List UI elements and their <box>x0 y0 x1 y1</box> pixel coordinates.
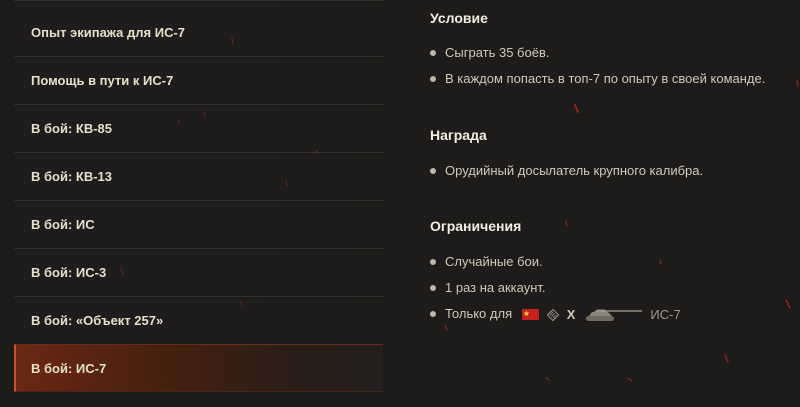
mission-item-object-257[interactable]: В бой: «Объект 257» <box>14 296 383 344</box>
mission-item-help-is7[interactable]: Помощь в пути к ИС-7 <box>14 56 383 104</box>
heavy-tank-icon <box>546 308 559 321</box>
tier-label: X <box>566 306 576 322</box>
restriction-only-for: Только для X ИС-7 <box>430 306 681 332</box>
mission-item-is[interactable]: В бой: ИС <box>14 200 383 248</box>
reward-list: Орудийный досылатель крупного калибра. <box>430 163 703 189</box>
condition-item: В каждом попасть в топ-7 по опыту в свое… <box>430 71 765 97</box>
condition-item: Сыграть 35 боёв. <box>430 45 765 71</box>
only-for-label: Только для <box>445 306 513 321</box>
restrictions-title: Ограничения <box>430 218 522 234</box>
flag-ussr-icon <box>521 309 539 321</box>
mission-item-is3[interactable]: В бой: ИС-3 <box>14 248 383 296</box>
tank-silhouette-icon <box>586 309 643 321</box>
mission-item-kv13[interactable]: В бой: КВ-13 <box>14 152 383 200</box>
vehicle-requirement: X ИС-7 <box>516 307 681 323</box>
mission-list: Опыт экипажа для ИС-7 Помощь в пути к ИС… <box>14 0 383 407</box>
restriction-item: Случайные бои. <box>430 254 681 280</box>
mission-item-kv85[interactable]: В бой: КВ-85 <box>14 104 383 152</box>
mission-item-crew-xp-is7[interactable]: Опыт экипажа для ИС-7 <box>14 0 383 56</box>
condition-list: Сыграть 35 боёв. В каждом попасть в топ-… <box>430 45 765 97</box>
tank-name: ИС-7 <box>650 306 681 322</box>
restriction-item: 1 раз на аккаунт. <box>430 280 681 306</box>
restrictions-list: Случайные бои. 1 раз на аккаунт. Только … <box>430 254 681 332</box>
reward-title: Награда <box>430 127 487 143</box>
reward-item: Орудийный досылатель крупного калибра. <box>430 163 703 189</box>
mission-item-is7-selected[interactable]: В бой: ИС-7 <box>14 344 383 392</box>
condition-title: Условие <box>430 10 488 26</box>
